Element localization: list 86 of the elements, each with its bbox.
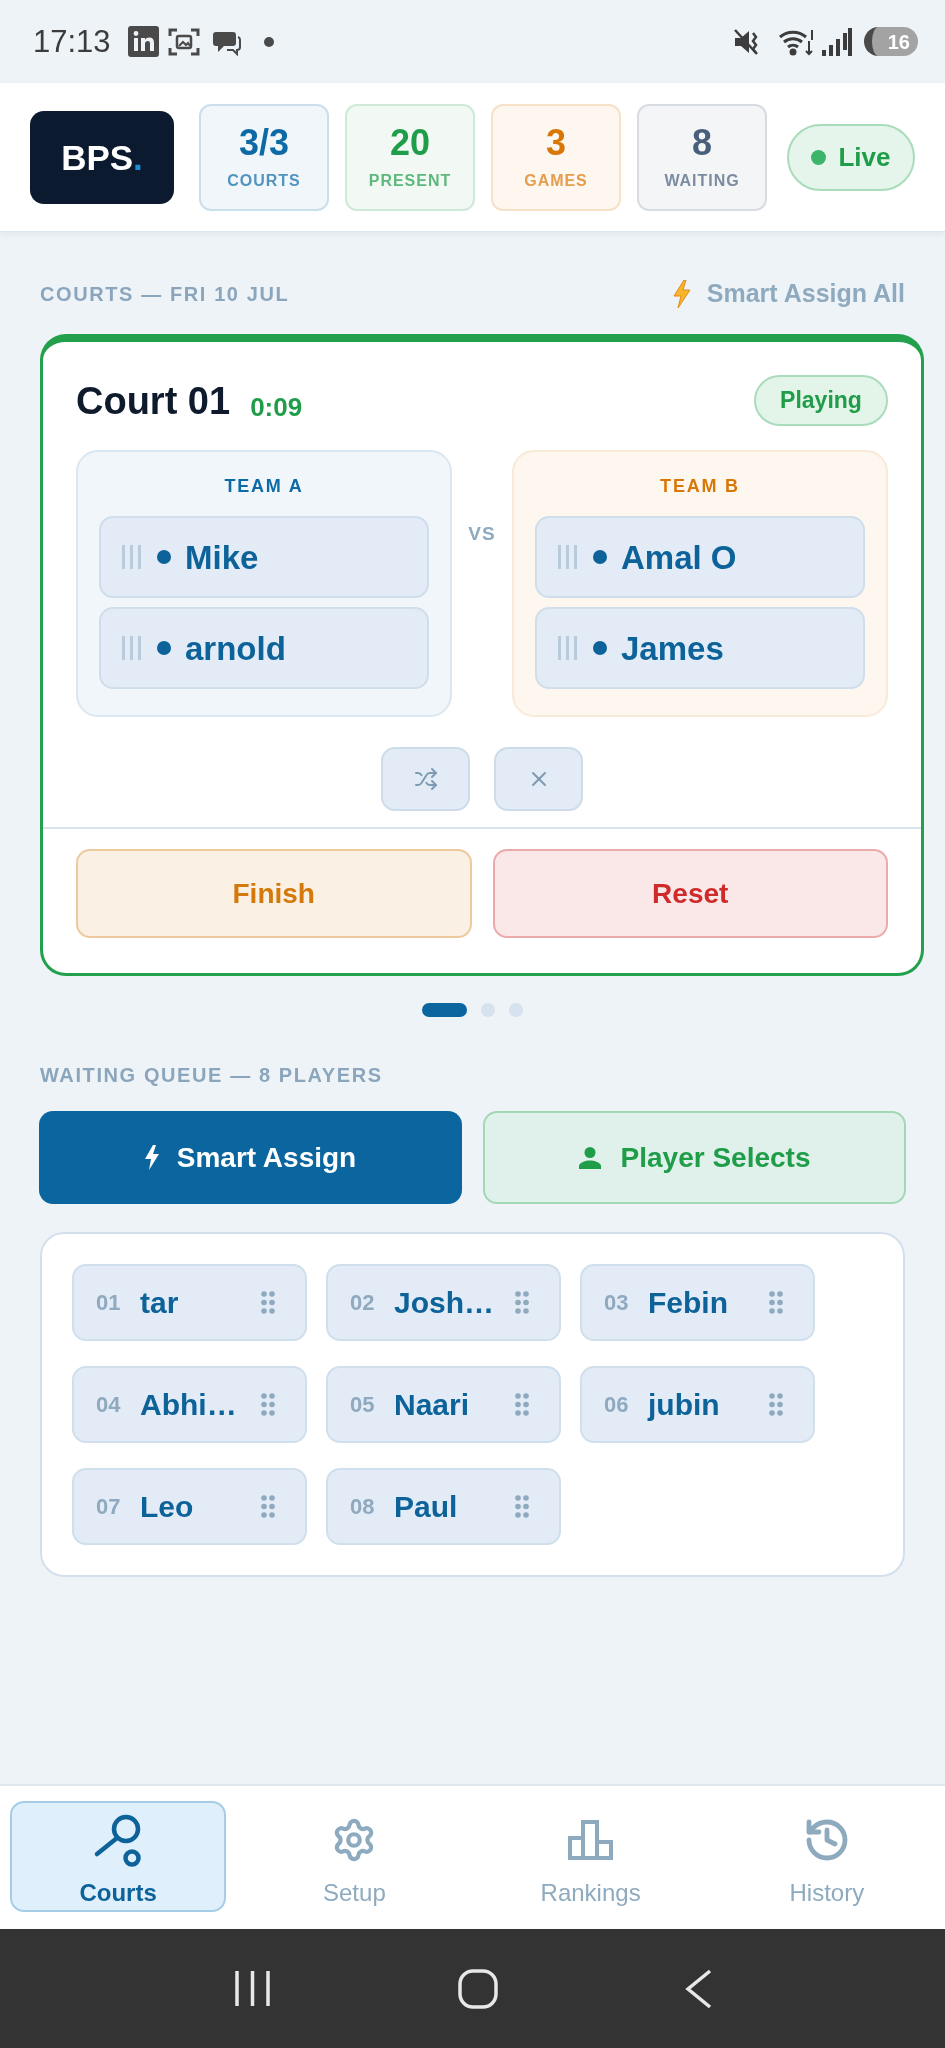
queue-number: 06 (604, 1393, 630, 1416)
queue-player-name: Paul (394, 1491, 458, 1522)
player-selects-button[interactable]: Player Selects (483, 1111, 906, 1204)
grip-dots-icon (515, 1393, 529, 1416)
battery-indicator: 16 (864, 27, 918, 56)
stat-label: PRESENT (368, 173, 452, 189)
team-label: TEAM B (659, 475, 741, 498)
player-dot-icon (593, 550, 607, 564)
queue-player-name: Leo (140, 1491, 194, 1522)
player-name: Mike (185, 540, 259, 574)
status-time: 17:13 (33, 26, 111, 57)
stat-label: COURTS (227, 173, 301, 189)
queue-player-chip[interactable]: 06 jubin (580, 1366, 815, 1443)
versus-label: VS (467, 524, 497, 543)
screenshot-icon (167, 26, 200, 57)
player-name: James (621, 631, 724, 665)
grip-dots-icon (515, 1495, 529, 1518)
notification-dot-icon (263, 36, 274, 47)
shuffle-icon (413, 767, 438, 791)
stat-value: 8 (692, 125, 712, 161)
queue-number: 02 (350, 1291, 376, 1314)
grip-dots-icon (515, 1291, 529, 1314)
team-label: TEAM A (223, 475, 305, 498)
stat-label: GAMES (524, 173, 588, 189)
court-title: Court 01 (76, 381, 231, 420)
drag-handle-icon (122, 545, 141, 569)
grip-dots-icon (769, 1393, 783, 1416)
queue-number: 03 (604, 1291, 630, 1314)
smart-assign-button[interactable]: Smart Assign (39, 1111, 462, 1204)
queue-player-name: tar (140, 1287, 179, 1318)
grip-dots-icon (261, 1393, 275, 1416)
grip-dots-icon (261, 1495, 275, 1518)
player-dot-icon (593, 641, 607, 655)
lightning-icon (672, 280, 691, 308)
queue-player-chip[interactable]: 07 Leo (72, 1468, 307, 1545)
nav-tab[interactable]: Courts (10, 1801, 227, 1912)
section-title: WAITING QUEUE — 8 PLAYERS (40, 1063, 383, 1088)
home-icon[interactable] (457, 1968, 498, 2009)
podium-icon (568, 1820, 614, 1860)
drag-handle-icon (558, 545, 577, 569)
stat-value: 3 (546, 125, 566, 161)
queue-player-chip[interactable]: 02 Josh… (326, 1264, 561, 1341)
queue-number: 05 (350, 1393, 376, 1416)
queue-player-name: Josh… (394, 1287, 495, 1318)
signal-icon (822, 27, 852, 56)
queue-player-name: Naari (394, 1389, 470, 1420)
court-action-button[interactable]: Finish (76, 849, 472, 938)
stat-value: 3/3 (238, 125, 289, 161)
player-dot-icon (157, 641, 171, 655)
queue-player-chip[interactable]: 01 tar (72, 1264, 307, 1341)
drag-handle-icon (122, 636, 141, 660)
queue-number: 07 (96, 1495, 122, 1518)
court-timer: 0:09 (250, 393, 303, 420)
queue-player-chip[interactable]: 05 Naari (326, 1366, 561, 1443)
status-badge: Playing (754, 375, 888, 426)
player-slot[interactable]: arnold (99, 607, 429, 689)
logo-text: BPS. (61, 139, 143, 175)
lightning-icon (144, 1145, 159, 1170)
queue-number: 08 (350, 1495, 376, 1518)
drag-handle-icon (558, 636, 577, 660)
linkedin-app-icon (127, 26, 159, 57)
player-name: arnold (185, 631, 286, 665)
player-slot[interactable]: Amal O (535, 516, 865, 598)
court-action-button[interactable]: Reset (492, 849, 888, 938)
queue-player-name: Febin (648, 1287, 728, 1318)
stat-label: WAITING (664, 173, 740, 189)
racket-ball-icon (93, 1813, 144, 1867)
player-slot[interactable]: Mike (99, 516, 429, 598)
player-name: Amal O (621, 540, 737, 574)
back-icon[interactable] (684, 1968, 712, 2009)
queue-player-chip[interactable]: 03 Febin (580, 1264, 815, 1341)
queue-number: 01 (96, 1291, 122, 1314)
live-label: Live (838, 144, 891, 170)
person-icon (578, 1146, 601, 1169)
queue-number: 04 (96, 1393, 122, 1416)
stat-value: 20 (389, 125, 430, 161)
section-title: COURTS — FRI 10 JUL (40, 282, 290, 307)
player-dot-icon (157, 550, 171, 564)
recent-apps-icon[interactable] (233, 1970, 271, 2007)
queue-player-name: Abhi… (140, 1389, 237, 1420)
queue-player-chip[interactable]: 08 Paul (326, 1468, 561, 1545)
queue-player-name: jubin (648, 1389, 720, 1420)
queue-player-chip[interactable]: 04 Abhi… (72, 1366, 307, 1443)
grip-dots-icon (769, 1291, 783, 1314)
player-slot[interactable]: James (535, 607, 865, 689)
grip-dots-icon (261, 1291, 275, 1314)
